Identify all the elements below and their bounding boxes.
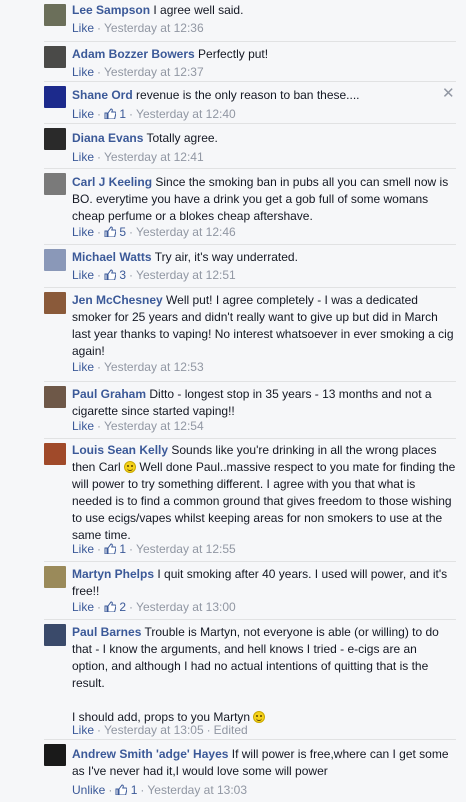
timestamp[interactable]: Yesterday at 12:54 bbox=[104, 419, 204, 433]
comment-actions: Like · 3 · Yesterday at 12:51 bbox=[72, 268, 236, 282]
avatar[interactable] bbox=[44, 128, 66, 150]
like-link[interactable]: Like bbox=[72, 419, 94, 433]
thumbs-up-icon[interactable] bbox=[115, 784, 127, 795]
timestamp[interactable]: Yesterday at 12:41 bbox=[104, 150, 204, 164]
like-link[interactable]: Like bbox=[72, 107, 94, 121]
comment-actions: Like · Yesterday at 12:53 bbox=[72, 360, 204, 374]
comment-item: Michael Watts Try air, it's way underrat… bbox=[0, 245, 466, 288]
comment-item: Andrew Smith 'adge' Hayes If will power … bbox=[0, 740, 466, 802]
comment-actions: Like · Yesterday at 12:41 bbox=[72, 150, 204, 164]
comment-item: Paul Graham Ditto - longest stop in 35 y… bbox=[0, 382, 466, 439]
avatar[interactable] bbox=[44, 744, 66, 766]
comment-item: Carl J Keeling Since the smoking ban in … bbox=[0, 169, 466, 245]
like-count[interactable]: 1 bbox=[131, 783, 138, 797]
thumbs-up-icon[interactable] bbox=[104, 543, 116, 554]
avatar[interactable] bbox=[44, 249, 66, 271]
comment-actions: Like · 1 · Yesterday at 12:55 bbox=[72, 542, 236, 556]
smiley-icon bbox=[124, 461, 137, 473]
timestamp[interactable]: Yesterday at 12:46 bbox=[136, 225, 236, 239]
timestamp[interactable]: Yesterday at 12:36 bbox=[104, 21, 204, 35]
comment-author[interactable]: Louis Sean Kelly bbox=[72, 443, 168, 457]
comment-text: I should add, props to you Martyn bbox=[72, 710, 251, 724]
comment-actions: Unlike · 1 · Yesterday at 13:03 bbox=[72, 783, 248, 797]
comment-item: Paul Barnes Trouble is Martyn, not every… bbox=[0, 620, 466, 740]
timestamp[interactable]: Yesterday at 12:51 bbox=[136, 268, 236, 282]
comment-actions: Like · 1 · Yesterday at 12:40 bbox=[72, 107, 236, 121]
timestamp[interactable]: Yesterday at 13:05 bbox=[104, 723, 204, 737]
avatar[interactable] bbox=[44, 86, 66, 108]
comment-item: Adam Bozzer Bowers Perfectly put! Like · Y… bbox=[0, 42, 466, 82]
like-link[interactable]: Like bbox=[72, 723, 94, 737]
comment-text: I agree well said. bbox=[153, 3, 244, 17]
avatar[interactable] bbox=[44, 443, 66, 465]
timestamp[interactable]: Yesterday at 13:03 bbox=[147, 783, 247, 797]
avatar[interactable] bbox=[44, 566, 66, 588]
like-count[interactable]: 3 bbox=[119, 268, 126, 282]
like-link[interactable]: Like bbox=[72, 360, 94, 374]
comment-author[interactable]: Paul Graham bbox=[72, 387, 146, 401]
avatar[interactable] bbox=[44, 4, 66, 26]
comment-actions: Like · Yesterday at 13:05 · Edited bbox=[72, 723, 248, 737]
edited-label[interactable]: Edited bbox=[214, 723, 248, 737]
comment-item: Martyn Phelps I quit smoking after 40 ye… bbox=[0, 562, 466, 620]
comment-actions: Like · Yesterday at 12:54 bbox=[72, 419, 204, 433]
like-link[interactable]: Like bbox=[72, 542, 94, 556]
comment-author[interactable]: Michael Watts bbox=[72, 250, 152, 264]
comment-item: Louis Sean Kelly Sounds like you're drin… bbox=[0, 439, 466, 562]
avatar[interactable] bbox=[44, 386, 66, 408]
like-count[interactable]: 2 bbox=[119, 600, 126, 614]
like-link[interactable]: Like bbox=[72, 268, 94, 282]
comment-author[interactable]: Paul Barnes bbox=[72, 625, 141, 639]
comment-item: Shane Ord revenue is the only reason to … bbox=[0, 82, 466, 124]
comment-actions: Like · Yesterday at 12:36 bbox=[72, 21, 204, 35]
like-link[interactable]: Like bbox=[72, 150, 94, 164]
comment-actions: Like · 2 · Yesterday at 13:00 bbox=[72, 600, 236, 614]
comment-author[interactable]: Adam Bozzer Bowers bbox=[72, 47, 195, 61]
comment-item: Lee Sampson I agree well said. Like · Yest… bbox=[0, 0, 466, 42]
thumbs-up-icon[interactable] bbox=[104, 601, 116, 612]
comment-author[interactable]: Andrew Smith 'adge' Hayes bbox=[72, 747, 228, 761]
timestamp[interactable]: Yesterday at 12:37 bbox=[104, 65, 204, 79]
comment-author[interactable]: Lee Sampson bbox=[72, 3, 150, 17]
comment-author[interactable]: Martyn Phelps bbox=[72, 567, 154, 581]
unlike-link[interactable]: Unlike bbox=[72, 783, 105, 797]
smiley-icon bbox=[253, 711, 266, 723]
comment-item: Jen McChesney Well put! I agree complete… bbox=[0, 288, 466, 382]
like-link[interactable]: Like bbox=[72, 600, 94, 614]
comment-actions: Like · 5 · Yesterday at 12:46 bbox=[72, 225, 236, 239]
like-link[interactable]: Like bbox=[72, 21, 94, 35]
comment-text: Totally agree. bbox=[146, 131, 218, 145]
thumbs-up-icon[interactable] bbox=[104, 269, 116, 280]
like-count[interactable]: 5 bbox=[119, 225, 126, 239]
comment-actions: Like · Yesterday at 12:37 bbox=[72, 65, 204, 79]
timestamp[interactable]: Yesterday at 12:40 bbox=[136, 107, 236, 121]
timestamp[interactable]: Yesterday at 12:55 bbox=[136, 542, 236, 556]
avatar[interactable] bbox=[44, 624, 66, 646]
timestamp[interactable]: Yesterday at 13:00 bbox=[136, 600, 236, 614]
comment-author[interactable]: Shane Ord bbox=[72, 88, 133, 102]
avatar[interactable] bbox=[44, 173, 66, 195]
avatar[interactable] bbox=[44, 46, 66, 68]
like-count[interactable]: 1 bbox=[119, 107, 126, 121]
comment-author[interactable]: Diana Evans bbox=[72, 131, 143, 145]
comment-item: Diana Evans Totally agree. Like · Yesterda… bbox=[0, 124, 466, 169]
like-link[interactable]: Like bbox=[72, 65, 94, 79]
thumbs-up-icon[interactable] bbox=[104, 108, 116, 119]
comment-author[interactable]: Carl J Keeling bbox=[72, 175, 152, 189]
thumbs-up-icon[interactable] bbox=[104, 226, 116, 237]
comment-text: revenue is the only reason to ban these.… bbox=[136, 88, 360, 102]
comment-author[interactable]: Jen McChesney bbox=[72, 293, 163, 307]
timestamp[interactable]: Yesterday at 12:53 bbox=[104, 360, 204, 374]
comment-text: Try air, it's way underrated. bbox=[154, 250, 298, 264]
avatar[interactable] bbox=[44, 292, 66, 314]
like-link[interactable]: Like bbox=[72, 225, 94, 239]
like-count[interactable]: 1 bbox=[119, 542, 126, 556]
comment-text: Perfectly put! bbox=[198, 47, 269, 61]
